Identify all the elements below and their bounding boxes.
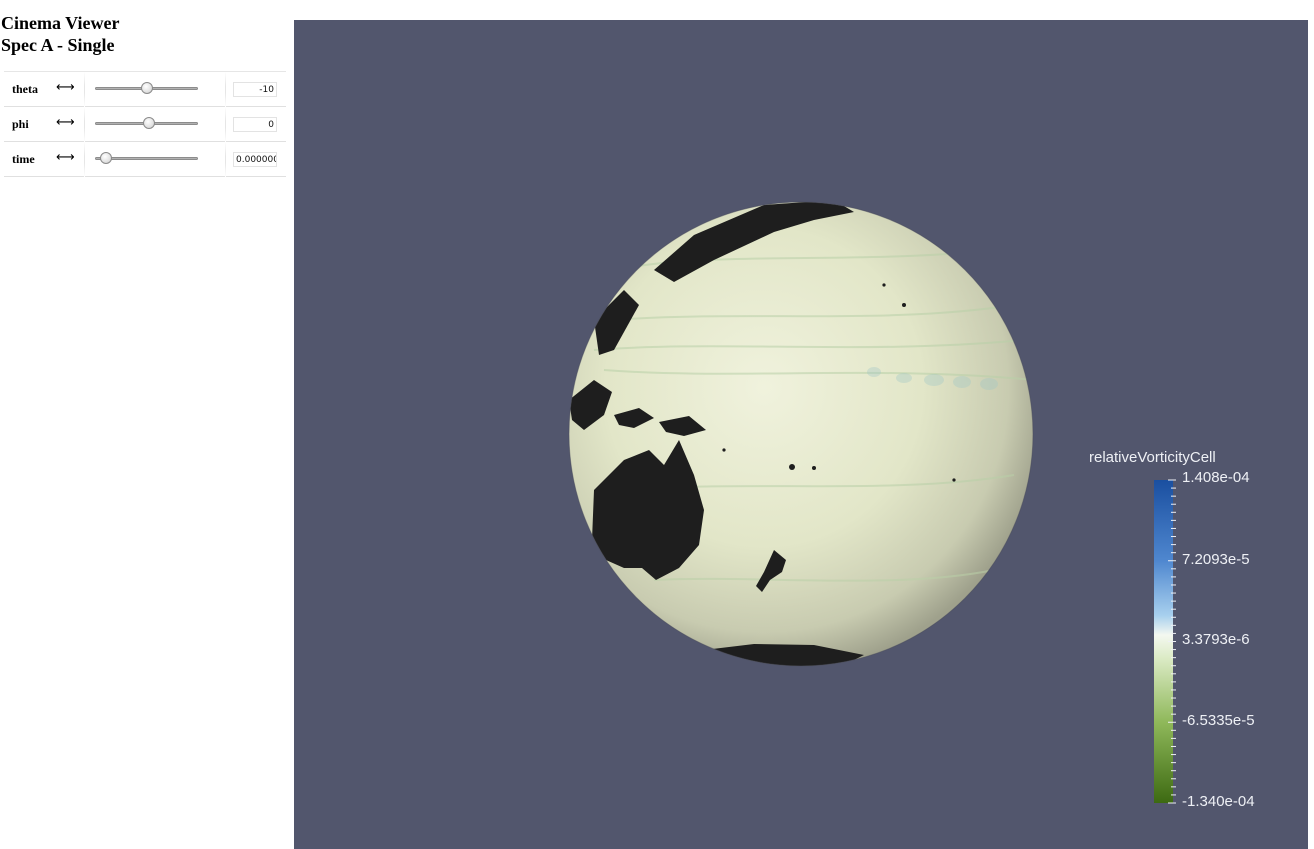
colorbar [1154,479,1176,804]
colorbar-label-max: 1.408e-04 [1182,469,1250,486]
phi-label: phi [12,117,29,131]
control-row-theta: theta ⟷ [4,72,286,107]
divider [84,72,85,107]
control-panel: Cinema Viewer Spec A - Single theta ⟷ ph… [0,0,292,849]
colorbar-label-low: -6.5335e-5 [1182,712,1255,729]
spec-subtitle: Spec A - Single [1,35,115,55]
slider-thumb[interactable] [140,82,153,94]
page-title: Cinema Viewer Spec A - Single [1,12,119,56]
divider [225,72,226,107]
render-viewport[interactable]: relativeVorticityCell 1.408e-04 7.2093e-… [294,20,1308,849]
divider [225,107,226,142]
ocean-surface [569,202,1033,666]
divider [225,142,226,177]
globe [568,201,1034,667]
colorbar-label-min: -1.340e-04 [1182,793,1255,810]
colorbar-label-mid: 3.3793e-6 [1182,631,1250,648]
land-northeast [934,205,1014,250]
theta-slider[interactable] [95,82,198,96]
time-arrow-icon[interactable]: ⟷ [56,150,75,165]
divider [84,142,85,177]
divider [84,107,85,142]
slider-thumb[interactable] [143,117,156,129]
theta-arrow-icon[interactable]: ⟷ [56,80,75,95]
time-slider[interactable] [95,152,198,166]
phi-arrow-icon[interactable]: ⟷ [56,115,75,130]
globe-render [568,201,1176,804]
phi-value-input[interactable] [233,117,277,132]
theta-value-input[interactable] [233,82,277,97]
time-value-input[interactable] [233,152,277,167]
colorbar-label-high: 7.2093e-5 [1182,551,1250,568]
slider-thumb[interactable] [100,152,113,164]
colorbar-title: relativeVorticityCell [1089,449,1216,466]
parameter-controls: theta ⟷ phi ⟷ [4,71,286,177]
theta-label: theta [12,82,38,96]
app-title: Cinema Viewer [1,13,120,33]
control-row-phi: phi ⟷ [4,107,286,142]
control-row-time: time ⟷ [4,142,286,177]
phi-slider[interactable] [95,117,198,131]
time-label: time [12,152,35,166]
cinema-viewer-app: Cinema Viewer Spec A - Single theta ⟷ ph… [0,0,1314,849]
